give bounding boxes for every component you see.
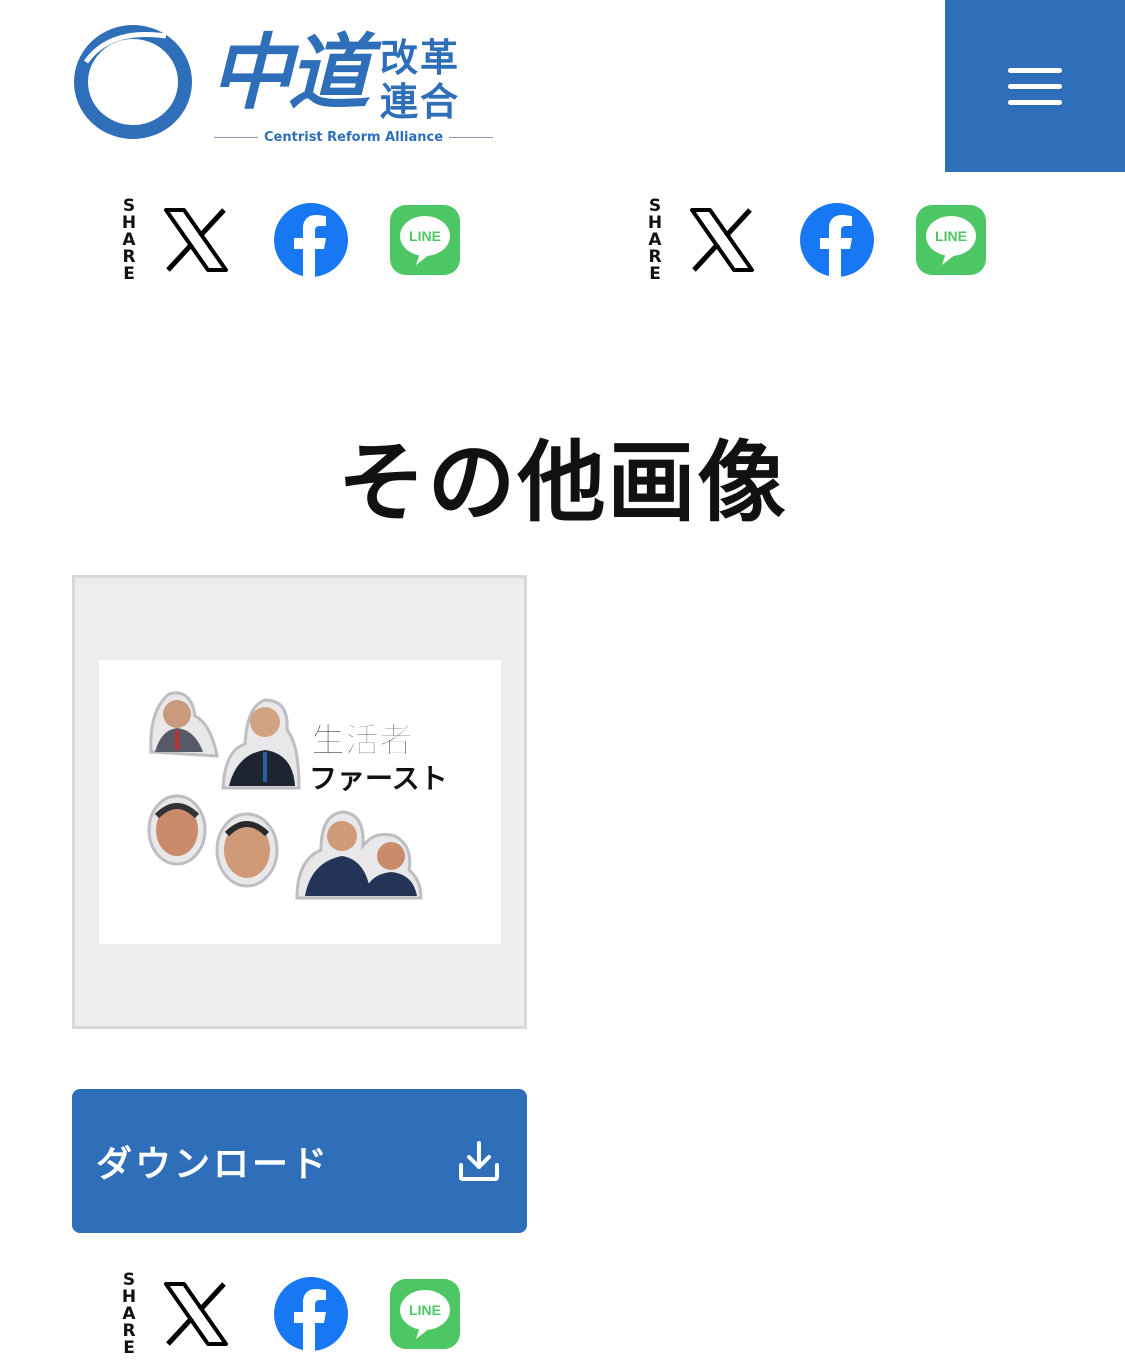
svg-text:LINE: LINE [935,228,967,244]
menu-button[interactable] [945,0,1125,172]
slogan-line-1: 生活者 [311,721,413,761]
share-letter: A [122,229,136,250]
share-letter: E [123,1337,135,1358]
slogan-line-2: ファースト [309,762,448,795]
logo-en-text: Centrist Reform Alliance [264,130,444,145]
hamburger-menu-icon [1008,67,1062,73]
page: 中道 改革連合 Centrist Reform Alliance S H A R… [0,0,1125,1364]
share-letter: R [122,1320,136,1341]
person-face-sticker [147,794,207,866]
site-logo[interactable]: 中道 改革連合 Centrist Reform Alliance [70,18,494,148]
share-letter: H [121,212,137,233]
facebook-icon[interactable] [800,203,874,277]
x-icon[interactable] [162,206,230,274]
download-icon [459,1141,499,1181]
stickers-illustration: 生活者 ファースト [147,691,448,900]
x-icon[interactable] [688,206,756,274]
share-letter: A [122,1303,136,1324]
svg-text:LINE: LINE [409,228,441,244]
facebook-icon[interactable] [274,203,348,277]
hamburger-menu-icon-line [1008,99,1062,105]
share-letter: H [647,212,663,233]
share-letter: S [122,195,136,216]
share-bar: S H A R E LINE [120,1266,460,1362]
share-letter: H [121,1286,137,1307]
logo-name-en: Centrist Reform Alliance [208,130,494,145]
download-label: ダウンロード [96,1144,331,1185]
duo-sticker [295,810,423,900]
share-letter: R [122,246,136,267]
hamburger-menu-icon-line [1008,83,1062,89]
share-bar: S H A R E LINE [120,192,460,288]
person-sticker [221,698,301,790]
share-letter: R [648,246,662,267]
share-label: S H A R E [120,195,138,284]
share-letter: A [648,229,662,250]
share-letter: E [649,263,661,284]
person-sticker [149,691,219,758]
svg-text:LINE: LINE [409,1302,441,1318]
share-letter: S [648,195,662,216]
share-letter: S [122,1269,136,1290]
section-title: その他画像 [337,431,788,534]
image-card[interactable]: 生活者 ファースト [72,575,527,1029]
image-thumbnail: 生活者 ファースト [99,660,501,944]
line-icon[interactable]: LINE [390,1279,460,1349]
facebook-icon[interactable] [274,1277,348,1351]
logo-name-main: 中道 [210,26,370,121]
logo-rule-right [449,137,494,138]
share-label: S H A R E [646,195,664,284]
logo-name-sub: 改革連合 [380,36,461,124]
logo-rule-left [214,137,258,138]
x-icon[interactable] [162,1280,230,1348]
share-label: S H A R E [120,1269,138,1358]
logo-ring-icon [74,25,192,139]
share-letter: E [123,263,135,284]
line-icon[interactable]: LINE [390,205,460,275]
download-button[interactable]: ダウンロード [72,1089,527,1233]
person-face-sticker [215,812,279,888]
line-icon[interactable]: LINE [916,205,986,275]
share-bar: S H A R E LINE [646,192,986,288]
